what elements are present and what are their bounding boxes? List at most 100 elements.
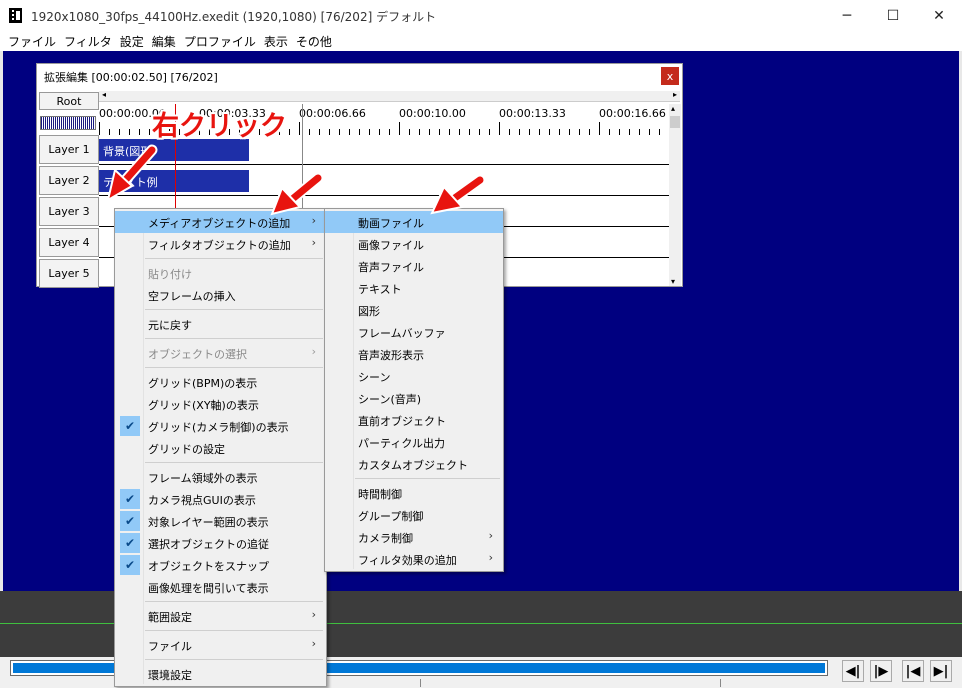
menu-item-label: オブジェクトをスナップ (148, 560, 269, 573)
media-submenu-item-11[interactable]: カスタムオブジェクト (325, 453, 503, 475)
ext-edit-title: 拡張編集 [00:00:02.50] [76/202] (44, 71, 218, 84)
root-button[interactable]: Root (39, 92, 99, 110)
horizontal-scrollbar[interactable]: ◂ ▸ (99, 90, 680, 102)
menu-item-label: フレーム領域外の表示 (148, 472, 258, 485)
menu-item-label: メディアオブジェクトの追加 (148, 217, 291, 230)
ruler-major-tick (499, 122, 500, 136)
submenu-arrow-icon: › (311, 637, 316, 650)
layer-2-button[interactable]: Layer 2 (39, 166, 99, 195)
ext-close-button[interactable]: x (661, 67, 679, 85)
media-submenu-item-6[interactable]: 音声波形表示 (325, 343, 503, 365)
menu-item-label: グリッドの設定 (148, 443, 225, 456)
media-submenu-item-13[interactable]: 時間制御 (325, 482, 503, 504)
menu-item-label: オブジェクトの選択 (148, 348, 247, 361)
context-menu-item-4[interactable]: 空フレームの挿入 (115, 284, 326, 306)
menu-filter[interactable]: フィルタ (62, 31, 118, 51)
menu-item-label: 時間制御 (358, 488, 402, 501)
menu-item-label: 音声波形表示 (358, 349, 424, 362)
menu-other[interactable]: その他 (294, 31, 338, 51)
menu-item-label: 図形 (358, 305, 380, 318)
timeline-clip[interactable]: テキスト例 (99, 170, 249, 192)
media-submenu-item-3[interactable]: テキスト (325, 277, 503, 299)
go-start-button[interactable]: |◀ (902, 660, 924, 682)
context-menu-item-22[interactable]: 範囲設定 › (115, 605, 326, 627)
media-submenu-item-1[interactable]: 画像ファイル (325, 233, 503, 255)
vertical-scrollbar[interactable]: ▴ ▾ (669, 104, 681, 286)
ruler-major-tick (399, 122, 400, 136)
menu-item-label: 元に戻す (148, 319, 192, 332)
submenu-arrow-icon: › (488, 551, 493, 564)
context-menu-item-1[interactable]: フィルタオブジェクトの追加 › (115, 233, 326, 255)
menu-item-label: 直前オブジェクト (358, 415, 446, 428)
layer-5-button[interactable]: Layer 5 (39, 259, 99, 288)
menu-file[interactable]: ファイル (6, 31, 62, 51)
media-submenu-item-9[interactable]: 直前オブジェクト (325, 409, 503, 431)
title-bar: 1920x1080_30fps_44100Hz.exedit (1920,108… (0, 0, 962, 31)
context-menu-item-24[interactable]: ファイル › (115, 634, 326, 656)
scroll-down-icon[interactable]: ▾ (671, 277, 675, 286)
menu-settings[interactable]: 設定 (118, 31, 150, 51)
media-submenu-item-16[interactable]: フィルタ効果の追加 › (325, 548, 503, 570)
ruler-major-tick (99, 122, 100, 136)
menu-view[interactable]: 表示 (262, 31, 294, 51)
context-menu-item-15[interactable]: フレーム領域外の表示 (115, 466, 326, 488)
menu-item-label: 範囲設定 (148, 611, 192, 624)
context-menu-item-20[interactable]: 画像処理を間引いて表示 (115, 576, 326, 598)
scroll-up-icon[interactable]: ▴ (671, 104, 675, 113)
scroll-thumb[interactable] (670, 116, 680, 128)
scroll-left-icon[interactable]: ◂ (102, 90, 106, 99)
menu-profile[interactable]: プロファイル (182, 31, 262, 51)
layer-1-button[interactable]: Layer 1 (39, 135, 99, 164)
layer-4-button[interactable]: Layer 4 (39, 228, 99, 257)
context-menu: メディアオブジェクトの追加 › フィルタオブジェクトの追加 › 貼り付け 空フレームの挿入… (114, 208, 327, 687)
prev-frame-button[interactable]: ◀| (842, 660, 864, 682)
menu-separator (145, 338, 323, 339)
media-submenu-item-0[interactable]: 動画ファイル (325, 211, 503, 233)
media-submenu-item-2[interactable]: 音声ファイル (325, 255, 503, 277)
menu-item-label: フィルタ効果の追加 (358, 554, 457, 567)
ruler-major-tick (599, 122, 600, 136)
ruler-label: 00:00:13.33 (499, 107, 566, 120)
context-menu-item-26[interactable]: 環境設定 (115, 663, 326, 685)
menu-item-label: シーン(音声) (358, 393, 422, 406)
context-menu-item-16[interactable]: ✔ カメラ視点GUIの表示 (115, 488, 326, 510)
context-menu-item-19[interactable]: ✔ オブジェクトをスナップ (115, 554, 326, 576)
scroll-right-icon[interactable]: ▸ (673, 90, 677, 99)
context-menu-item-10[interactable]: グリッド(BPM)の表示 (115, 371, 326, 393)
ruler-major-tick (299, 122, 300, 136)
menu-item-label: シーン (358, 371, 391, 384)
context-menu-item-6[interactable]: 元に戻す (115, 313, 326, 335)
go-end-button[interactable]: ▶| (930, 660, 952, 682)
context-menu-item-11[interactable]: グリッド(XY軸)の表示 (115, 393, 326, 415)
menu-edit[interactable]: 編集 (150, 31, 182, 51)
menu-item-label: 画像ファイル (358, 239, 424, 252)
menu-separator (145, 462, 323, 463)
layer-3-button[interactable]: Layer 3 (39, 197, 99, 226)
menu-item-label: 音声ファイル (358, 261, 424, 274)
media-submenu-item-8[interactable]: シーン(音声) (325, 387, 503, 409)
media-submenu-item-14[interactable]: グループ制御 (325, 504, 503, 526)
context-menu-item-17[interactable]: ✔ 対象レイヤー範囲の表示 (115, 510, 326, 532)
menu-item-label: 選択オブジェクトの追従 (148, 538, 269, 551)
context-menu-item-0[interactable]: メディアオブジェクトの追加 › (115, 211, 326, 233)
media-submenu-item-5[interactable]: フレームバッファ (325, 321, 503, 343)
layer-2-track[interactable]: テキスト例 (99, 166, 669, 196)
context-menu-item-12[interactable]: ✔ グリッド(カメラ制御)の表示 (115, 415, 326, 437)
media-submenu-item-10[interactable]: パーティクル出力 (325, 431, 503, 453)
media-submenu-item-4[interactable]: 図形 (325, 299, 503, 321)
maximize-button[interactable]: ☐ (870, 0, 916, 31)
close-button[interactable]: ✕ (916, 0, 962, 31)
media-submenu-item-7[interactable]: シーン (325, 365, 503, 387)
next-frame-button[interactable]: |▶ (870, 660, 892, 682)
minimize-button[interactable]: ─ (824, 0, 870, 31)
seek-tick (420, 679, 421, 687)
submenu-arrow-icon: › (311, 345, 316, 358)
context-menu-item-18[interactable]: ✔ 選択オブジェクトの追従 (115, 532, 326, 554)
menu-item-label: ファイル (148, 640, 192, 653)
check-icon: ✔ (120, 416, 140, 436)
context-menu-item-13[interactable]: グリッドの設定 (115, 437, 326, 459)
media-submenu-item-15[interactable]: カメラ制御 › (325, 526, 503, 548)
menu-item-label: 画像処理を間引いて表示 (148, 582, 269, 595)
zoom-meter[interactable] (40, 116, 96, 130)
media-object-submenu: 動画ファイル画像ファイル 音声ファイルテキスト図形フレームバッファ音声波形表示 シー… (324, 208, 504, 572)
